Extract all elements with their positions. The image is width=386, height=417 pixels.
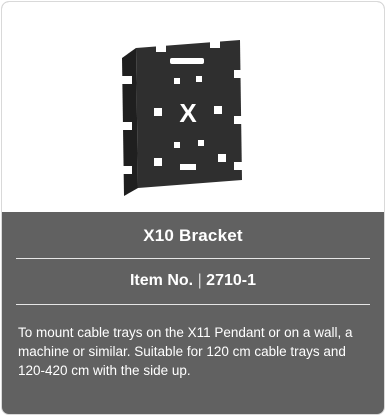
bracket-x-mark: X xyxy=(179,98,197,128)
item-label: Item No. xyxy=(129,272,194,289)
product-card[interactable]: X X10 Bracket Item No. | 2710-1 To mount… xyxy=(1,1,385,415)
item-number: 2710-1 xyxy=(206,272,256,289)
product-description: To mount cable trays on the X11 Pendant … xyxy=(18,325,353,378)
divider xyxy=(16,258,370,259)
item-number-line: Item No. | 2710-1 xyxy=(2,272,384,290)
product-image-area: X xyxy=(2,2,384,212)
bracket-product-image: X xyxy=(118,36,246,196)
divider xyxy=(16,304,370,305)
item-separator: | xyxy=(197,272,202,289)
product-title: X10 Bracket xyxy=(143,226,243,245)
